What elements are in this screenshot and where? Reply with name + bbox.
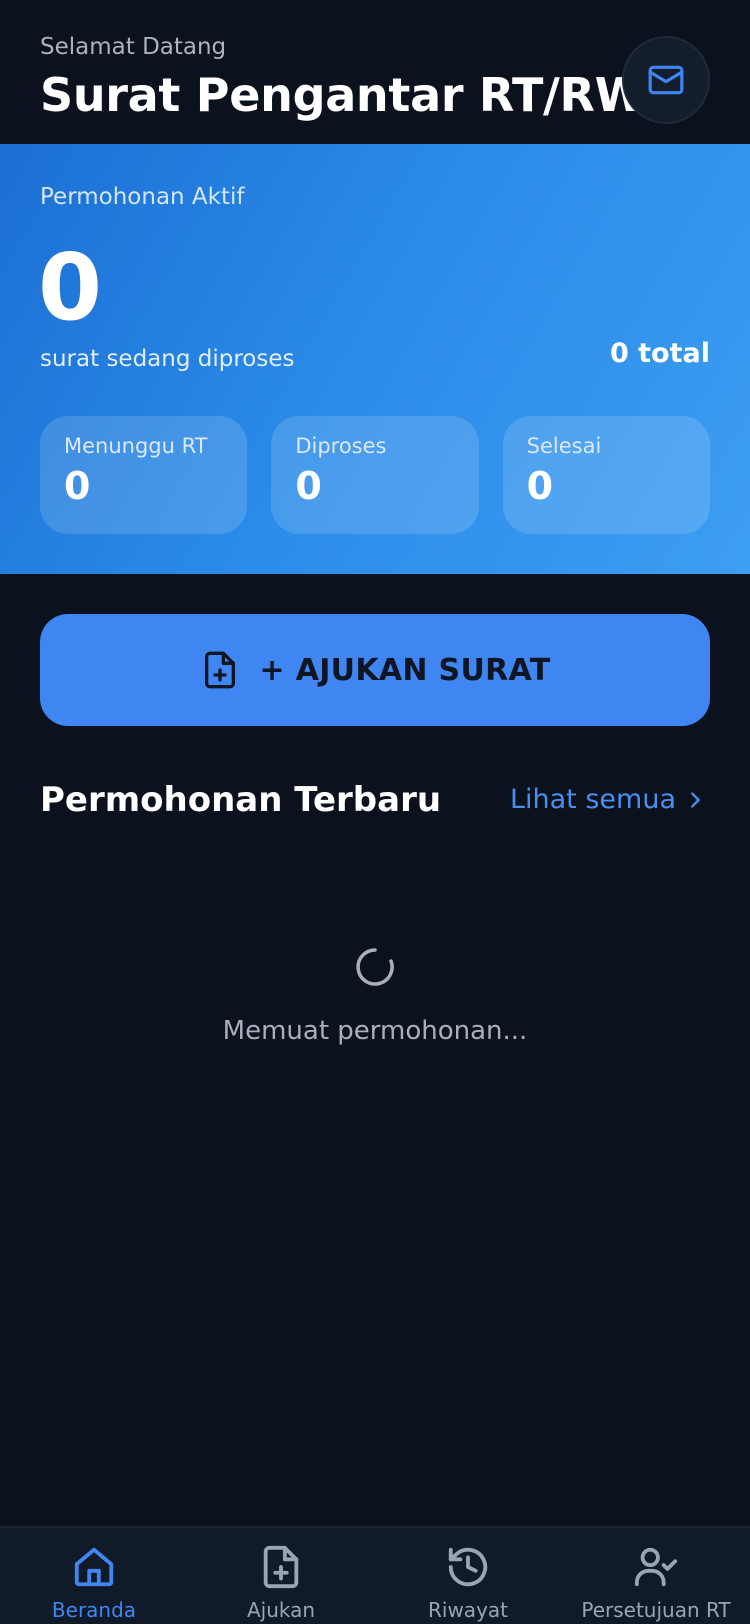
stat-value: 0 xyxy=(526,464,554,508)
nav-label: Riwayat xyxy=(428,1598,508,1622)
nav-label: Persetujuan RT xyxy=(581,1598,731,1622)
file-plus-icon xyxy=(263,1545,299,1589)
nav-label: Ajukan xyxy=(246,1598,316,1622)
active-requests-subtitle: surat sedang diproses xyxy=(40,346,295,372)
home-icon xyxy=(74,1547,114,1587)
header: Selamat Datang Surat Pengantar RT/RW xyxy=(0,0,750,144)
nav-item-home[interactable]: Beranda xyxy=(0,1528,188,1624)
page-title: Surat Pengantar RT/RW xyxy=(40,68,646,122)
bottom-navigation: Beranda Ajukan Riwayat Persetujuan RT xyxy=(0,1526,750,1624)
file-plus-icon xyxy=(204,651,235,689)
stat-card-done: Selesai 0 xyxy=(502,416,710,534)
nav-item-rt-approval[interactable]: Persetujuan RT xyxy=(562,1528,750,1624)
stat-value: 0 xyxy=(295,464,322,508)
stat-label: Menunggu RT xyxy=(64,434,208,458)
chevron-right-icon xyxy=(691,791,700,808)
history-icon xyxy=(448,1547,488,1587)
total-requests-count: 0 total xyxy=(609,338,710,369)
status-stats: Menunggu RT 0 Diproses 0 Selesai 0 xyxy=(40,416,710,534)
nav-item-history[interactable]: Riwayat xyxy=(374,1528,562,1624)
submit-letter-label: + AJUKAN SURAT xyxy=(259,652,551,688)
nav-item-submit[interactable]: Ajukan xyxy=(187,1528,375,1624)
loading-spinner-icon xyxy=(356,948,394,986)
active-requests-label: Permohonan Aktif xyxy=(40,184,245,210)
active-requests-summary: Permohonan Aktif 0 surat sedang diproses… xyxy=(0,144,750,574)
nav-label: Beranda xyxy=(51,1598,137,1622)
greeting-text: Selamat Datang xyxy=(40,34,227,60)
mail-button[interactable] xyxy=(622,36,710,124)
recent-requests-title: Permohonan Terbaru xyxy=(40,780,442,820)
stat-label: Selesai xyxy=(526,434,602,458)
loading-text: Memuat permohonan... xyxy=(222,1016,528,1046)
stat-card-processing: Diproses 0 xyxy=(271,416,479,534)
stat-value: 0 xyxy=(64,464,91,508)
mail-icon xyxy=(648,65,684,95)
see-all-label: Lihat semua xyxy=(509,784,676,815)
stat-label: Diproses xyxy=(295,434,387,458)
submit-letter-button[interactable]: + AJUKAN SURAT xyxy=(40,614,710,726)
active-requests-count: 0 xyxy=(38,234,103,341)
stat-card-waiting-rt: Menunggu RT 0 xyxy=(40,416,248,534)
see-all-link[interactable]: Lihat semua xyxy=(510,784,706,815)
app-screen: Selamat Datang Surat Pengantar RT/RW Per… xyxy=(0,0,750,1624)
user-check-icon xyxy=(634,1547,678,1587)
